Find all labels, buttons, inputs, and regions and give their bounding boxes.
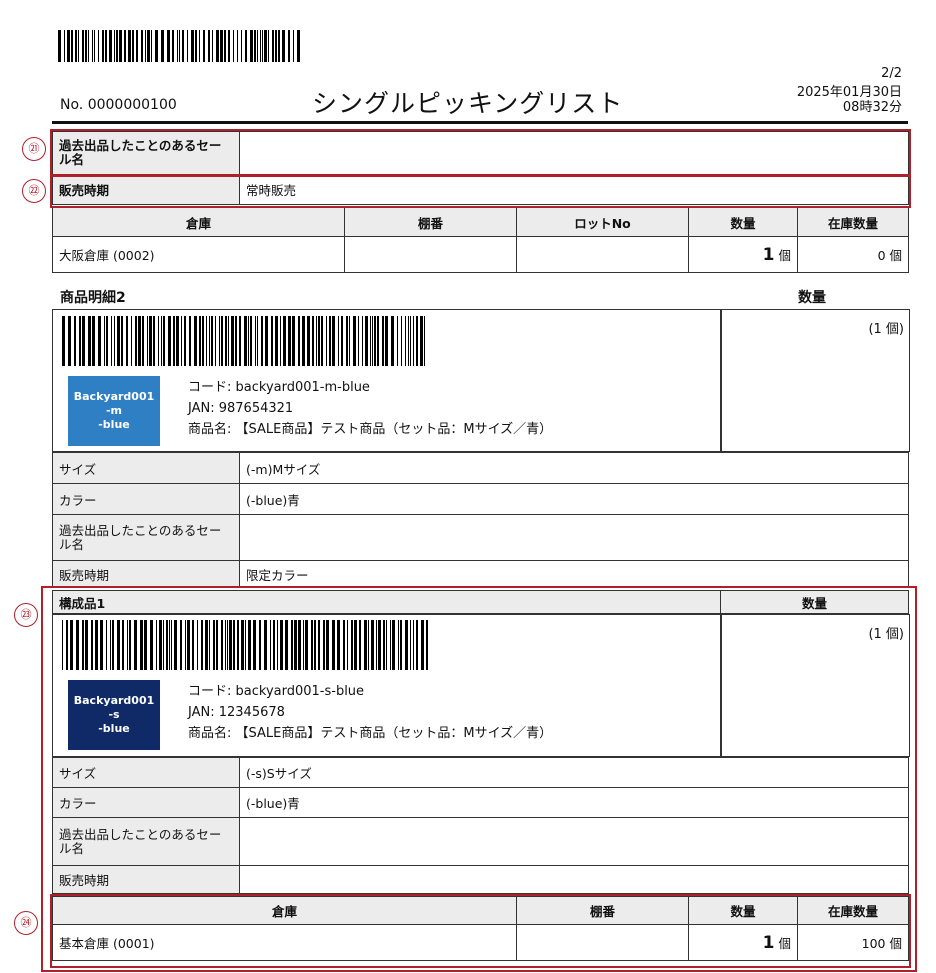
component-jan: JAN: 12345678 <box>188 705 285 720</box>
product-info: コード: backyard001-m-blue JAN: 987654321 商… <box>188 377 552 440</box>
col-lot: ロットNo <box>516 207 689 237</box>
past-sale-value <box>239 817 909 866</box>
past-sale-value <box>239 131 909 175</box>
page-title: シングルピッキングリスト <box>312 89 624 118</box>
detail-attributes-table: サイズ (-m)Mサイズ カラー (-blue)青 過去出品したことのあるセール… <box>52 452 909 588</box>
past-sale-value <box>239 514 909 561</box>
print-time: 08時32分 <box>842 100 902 115</box>
table-row: 基本倉庫 (0001) 1 個 100 個 <box>52 924 909 961</box>
component-name: 商品名: 【SALE商品】テスト商品（セット品：Mサイズ／青） <box>188 726 553 741</box>
sales-period-value: 常時販売 <box>239 174 909 205</box>
top-attributes-table: 過去出品したことのあるセール名 販売時期 常時販売 <box>52 131 909 205</box>
color-label: カラー <box>52 483 240 515</box>
product-name: 商品名: 【SALE商品】テスト商品（セット品：Mサイズ／青） <box>188 422 553 437</box>
component-code: コード: backyard001-s-blue <box>188 684 365 699</box>
stock-table-basic: 倉庫 棚番 数量 在庫数量 基本倉庫 (0001) 1 個 100 個 <box>52 896 909 961</box>
component-thumbnail: Backyard001 -s -blue <box>68 680 160 750</box>
color-label: カラー <box>52 787 240 818</box>
quantity-value: 1 <box>762 244 775 265</box>
col-warehouse: 倉庫 <box>52 207 345 237</box>
col-quantity: 数量 <box>688 896 798 925</box>
stock-table-osaka: 倉庫 棚番 ロットNo 数量 在庫数量 大阪倉庫 (0002) 1 個 0 個 <box>52 207 909 273</box>
size-label: サイズ <box>52 757 240 788</box>
sales-period-value: 限定カラー <box>239 560 909 588</box>
detail-qty-value: (1 個) <box>868 322 904 337</box>
past-sale-label: 過去出品したことのあるセール名 <box>52 514 240 561</box>
past-sale-label: 過去出品したことのあるセール名 <box>52 131 240 175</box>
product-code: コード: backyard001-m-blue <box>188 380 370 395</box>
detail-qty-header: 数量 <box>798 290 826 306</box>
stock-cell: 0 個 <box>797 236 909 273</box>
page-number: 2/2 <box>881 66 902 81</box>
quantity-unit: 個 <box>778 935 791 951</box>
document-number: No. 0000000100 <box>60 97 177 113</box>
col-stock: 在庫数量 <box>797 896 909 925</box>
header-rule <box>52 121 908 124</box>
document-barcode <box>58 30 300 62</box>
product-jan: JAN: 987654321 <box>188 401 294 416</box>
quantity-cell: 1 個 <box>688 236 798 273</box>
marker-22: ㉒ <box>22 179 46 203</box>
component-header-table: 構成品1 数量 <box>52 590 909 614</box>
col-shelf: 棚番 <box>344 207 517 237</box>
component-qty-header: 数量 <box>720 590 909 614</box>
detail-section-title: 商品明細2 <box>60 290 126 306</box>
marker-23: ㉓ <box>14 603 38 627</box>
size-value: (-s)Sサイズ <box>239 757 909 788</box>
warehouse-cell: 基本倉庫 (0001) <box>52 924 517 961</box>
sales-period-value <box>239 865 909 894</box>
col-stock: 在庫数量 <box>797 207 909 237</box>
shelf-cell <box>344 236 517 273</box>
sales-period-label: 販売時期 <box>52 560 240 588</box>
product-barcode <box>62 316 425 366</box>
marker-21: ㉑ <box>22 137 46 161</box>
warehouse-cell: 大阪倉庫 (0002) <box>52 236 345 273</box>
lot-cell <box>516 236 689 273</box>
quantity-unit: 個 <box>778 247 791 263</box>
sales-period-label: 販売時期 <box>52 865 240 894</box>
size-value: (-m)Mサイズ <box>239 452 909 484</box>
marker-24: ㉔ <box>14 911 38 935</box>
component-title: 構成品1 <box>52 590 721 614</box>
col-warehouse: 倉庫 <box>52 896 517 925</box>
quantity-value: 1 <box>762 932 775 953</box>
col-quantity: 数量 <box>688 207 798 237</box>
component-info: コード: backyard001-s-blue JAN: 12345678 商品… <box>188 681 552 744</box>
table-row: 大阪倉庫 (0002) 1 個 0 個 <box>52 236 909 273</box>
sales-period-label: 販売時期 <box>52 174 240 205</box>
past-sale-label: 過去出品したことのあるセール名 <box>52 817 240 866</box>
color-value: (-blue)青 <box>239 483 909 515</box>
product-thumbnail: Backyard001 -m -blue <box>68 376 160 446</box>
component-qty-value: (1 個) <box>868 627 904 642</box>
component-barcode <box>62 620 428 670</box>
quantity-cell: 1 個 <box>688 924 798 961</box>
size-label: サイズ <box>52 452 240 484</box>
stock-cell: 100 個 <box>797 924 909 961</box>
shelf-cell <box>516 924 689 961</box>
color-value: (-blue)青 <box>239 787 909 818</box>
component-attributes-table: サイズ (-s)Sサイズ カラー (-blue)青 過去出品したことのあるセール… <box>52 757 909 894</box>
col-shelf: 棚番 <box>516 896 689 925</box>
